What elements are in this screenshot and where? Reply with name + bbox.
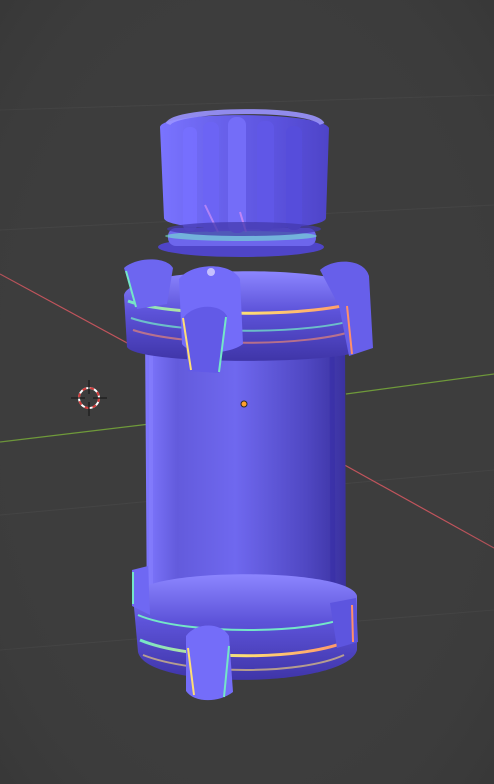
3d-cursor-icon[interactable] [71, 380, 107, 416]
viewport-scene[interactable] [0, 0, 494, 784]
object-origin-icon[interactable] [240, 400, 248, 408]
canister-object[interactable] [124, 109, 373, 701]
bottom-bracket-front [186, 625, 233, 701]
3d-viewport[interactable] [0, 0, 494, 784]
